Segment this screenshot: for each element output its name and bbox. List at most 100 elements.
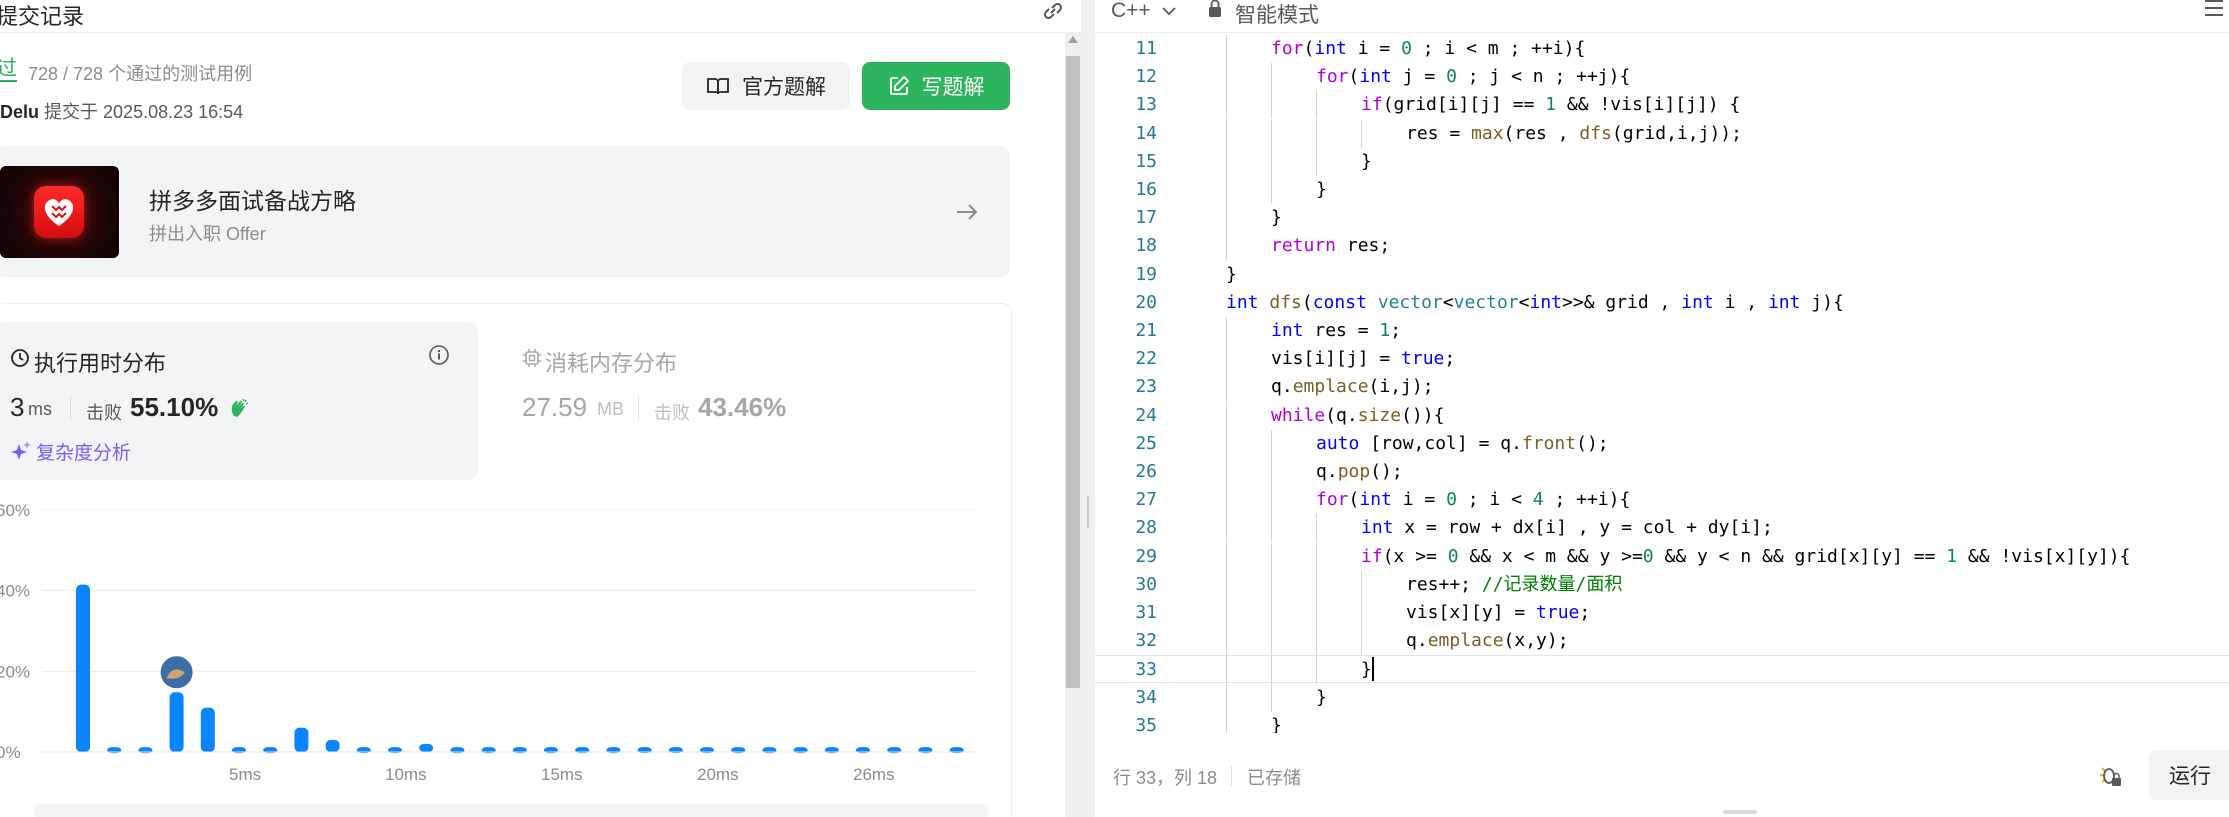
clock-icon (11, 349, 29, 367)
code-line[interactable]: 15} (1095, 147, 2229, 176)
promo-title: 拼多多面试备战方略 (149, 188, 356, 214)
write-solution-button[interactable]: 写题解 (862, 62, 1010, 110)
chart-bar (294, 727, 309, 752)
line-number: 19 (1135, 263, 1157, 285)
line-number: 20 (1135, 291, 1157, 313)
code-area[interactable]: 11 for(int i = 0 ; i < m ; ++i){12 for(int… (1095, 33, 2229, 733)
chart-range-bar[interactable] (34, 804, 989, 817)
code-line[interactable]: 16} (1095, 176, 2229, 204)
code-line[interactable]: 17} (1095, 204, 2229, 233)
code-line[interactable]: 34} (1095, 683, 2229, 712)
runtime-title: 执行用时分布 (34, 351, 167, 376)
smart-mode-label[interactable]: 智能模式 (1235, 0, 1319, 29)
splitter-grip[interactable] (1087, 496, 1089, 528)
text-cursor (1372, 657, 1374, 682)
code-line[interactable]: 26 q.pop(); (1095, 458, 2229, 486)
indent-guide (1226, 542, 1227, 571)
chevron-down-icon (1162, 7, 1176, 16)
indent-guide (1316, 627, 1317, 656)
debug-lock-icon[interactable] (2097, 764, 2123, 788)
indent-guide (1226, 627, 1227, 656)
indent-guide (1226, 458, 1227, 486)
complexity-analysis-link[interactable]: 复杂度分析 (36, 438, 131, 465)
code-line[interactable]: 28 int x = row + dx[i] , y = col + dy[i]; (1095, 514, 2229, 543)
indent-guide (1271, 683, 1272, 712)
indent-guide (1271, 176, 1272, 204)
code-line[interactable]: 22 vis[i][j] = true; (1095, 345, 2229, 374)
chart-bar (325, 739, 340, 752)
menu-icon[interactable] (2203, 0, 2225, 18)
book-icon (707, 78, 729, 95)
code-line[interactable]: 18 return res; (1095, 232, 2229, 261)
arrow-right-icon (957, 204, 978, 220)
indent-guide (1271, 63, 1272, 92)
runtime-distribution-chart[interactable]: 0% 20% 40% 60% 5ms 10ms 15ms 20ms 26ms (0, 490, 1000, 790)
indent-guide (1361, 599, 1362, 627)
code-text: if(x >= 0 && x < m && y >=0 && y < n && … (1361, 545, 2131, 567)
code-line[interactable]: 11 for(int i = 0 ; i < m ; ++i){ (1095, 35, 2229, 63)
line-number: 17 (1135, 207, 1157, 229)
code-text: } (1226, 263, 1237, 285)
memory-divider (638, 396, 639, 420)
code-line[interactable]: 21 int res = 1; (1095, 317, 2229, 345)
code-line[interactable]: 13 if(grid[i][j] == 1 && !vis[i][j]) { (1095, 91, 2229, 120)
code-line[interactable]: 30 res++; //记录数量/面积 (1095, 570, 2229, 599)
indent-guide (1226, 570, 1227, 599)
line-number: 32 (1135, 630, 1157, 652)
code-line[interactable]: 24 while(q.size()){ (1095, 401, 2229, 430)
memory-beat-label: 击败 (654, 403, 690, 423)
language-label: C++ (1111, 0, 1151, 22)
code-line[interactable]: 27 for(int i = 0 ; i < 4 ; ++i){ (1095, 486, 2229, 515)
indent-guide (1361, 119, 1362, 148)
code-text: return res; (1271, 235, 1391, 257)
memory-tab-title[interactable]: 消耗内存分布 (545, 346, 677, 378)
indent-guide (1271, 542, 1272, 571)
code-line[interactable]: 35} (1095, 711, 2229, 733)
language-select[interactable]: C++ (1111, 0, 1177, 23)
y-tick-label: 0% (0, 743, 21, 762)
code-line[interactable]: 29 if(x >= 0 && x < m && y >=0 && y < n &… (1095, 542, 2229, 571)
code-line[interactable]: 33} (1095, 655, 2229, 685)
code-text: q.emplace(i,j); (1271, 376, 1434, 398)
y-tick-label: 20% (0, 662, 30, 681)
author-name[interactable]: Delu (0, 102, 39, 122)
left-scrollbar-thumb[interactable] (1066, 56, 1080, 688)
run-button[interactable]: 运行 (2149, 750, 2229, 800)
indent-guide (1226, 599, 1227, 627)
line-number: 21 (1135, 320, 1157, 341)
code-line[interactable]: 25 auto [row,col] = q.front(); (1095, 429, 2229, 458)
indent-guide (1271, 514, 1272, 543)
indent-guide (1226, 119, 1227, 148)
indent-guide (1226, 317, 1227, 345)
code-line[interactable]: 12 for(int j = 0 ; j < n ; ++j){ (1095, 63, 2229, 92)
pane-splitter[interactable] (1081, 0, 1095, 817)
code-text: } (1271, 207, 1282, 229)
code-line[interactable]: 32 q.emplace(x,y); (1095, 627, 2229, 656)
official-solution-button[interactable]: 官方题解 (682, 62, 850, 110)
code-line[interactable]: 14 res = max(res , dfs(grid,i,j)); (1095, 119, 2229, 148)
indent-guide (1316, 599, 1317, 627)
link-icon[interactable] (1040, 0, 1065, 22)
resize-handle[interactable] (1723, 810, 1757, 814)
code-line[interactable]: 19} (1095, 261, 2229, 289)
cursor-position: 行 33，列 18 (1113, 768, 1218, 788)
scroll-up-arrow-icon[interactable] (1068, 36, 1078, 43)
indent-guide (1271, 486, 1272, 515)
runtime-beat-label: 击败 (86, 403, 122, 423)
line-number: 24 (1135, 404, 1157, 426)
runtime-card[interactable]: 执行用时分布 3 ms 击败 55.10% 复杂度分析 (0, 322, 478, 480)
code-line[interactable]: 31 vis[x][y] = true; (1095, 599, 2229, 627)
pinduoduo-logo (0, 166, 119, 258)
line-number: 12 (1135, 66, 1157, 88)
indent-guide (1316, 570, 1317, 599)
info-icon[interactable] (428, 344, 450, 366)
test-cases-summary: 728 / 728 个通过的测试用例 (28, 64, 253, 84)
code-line[interactable]: 23 q.emplace(i,j); (1095, 373, 2229, 402)
runtime-unit: ms (28, 399, 52, 419)
indent-guide (1226, 204, 1227, 233)
submission-panel: 提交记录 过 728 / 728 个通过的测试用例 Delu 提交于 2025.… (0, 0, 1065, 817)
line-number: 15 (1135, 150, 1157, 172)
code-line[interactable]: 20 int dfs(const vector<vector<int>>& gri… (1095, 289, 2229, 317)
promo-card[interactable]: 拼多多面试备战方略 拼出入职 Offer (0, 146, 1010, 277)
runtime-beat-percent: 55.10% (130, 392, 219, 422)
